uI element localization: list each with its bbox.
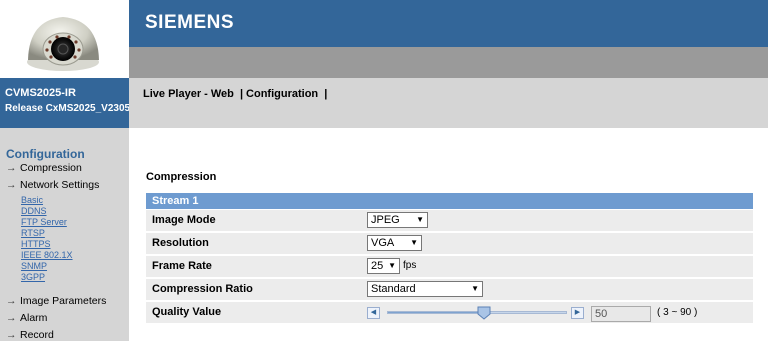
- frame-rate-label: Frame Rate: [152, 260, 212, 272]
- sidebar-item-record[interactable]: → Record: [6, 329, 54, 341]
- sidebar-subitem-ftp-server[interactable]: FTP Server: [21, 217, 67, 227]
- sidebar-item-alarm[interactable]: → Alarm: [6, 312, 47, 324]
- chevron-down-icon: ▼: [471, 284, 479, 293]
- menu-configuration[interactable]: Configuration: [246, 88, 318, 100]
- compression-ratio-select[interactable]: Standard ▼: [367, 281, 483, 297]
- sidebar-subitem-ieee-8021x[interactable]: IEEE 802.1X: [21, 250, 73, 260]
- slider-increase-icon[interactable]: ▶: [571, 307, 584, 319]
- stream-header: Stream 1: [146, 193, 753, 209]
- header-bar: SIEMENS: [129, 0, 768, 47]
- menu-separator: |: [324, 88, 328, 100]
- sidebar-item-label: Record: [20, 329, 54, 341]
- product-info-panel: CVMS2025-IR Release CxMS2025_V2305: [0, 78, 129, 128]
- quality-value-input[interactable]: 50: [591, 306, 651, 322]
- compression-ratio-value: Standard: [371, 283, 416, 295]
- sidebar-item-label: Compression: [20, 162, 82, 174]
- quality-slider-thumb[interactable]: [477, 306, 491, 320]
- sidebar-subitem-3gpp[interactable]: 3GPP: [21, 272, 45, 282]
- frame-rate-unit: fps: [403, 260, 417, 271]
- sidebar-subitem-rtsp[interactable]: RTSP: [21, 228, 45, 238]
- brand-logo: SIEMENS: [145, 12, 235, 33]
- arrow-right-icon: →: [6, 295, 17, 307]
- chevron-down-icon: ▼: [410, 238, 418, 247]
- camera-image: [0, 0, 129, 78]
- frame-rate-value: 25: [371, 260, 384, 272]
- sidebar-item-compression[interactable]: → Compression: [6, 162, 82, 174]
- resolution-select[interactable]: VGA ▼: [367, 235, 422, 251]
- sidebar-subitem-basic[interactable]: Basic: [21, 195, 43, 205]
- sidebar: Configuration → Compression → Network Sett…: [0, 128, 129, 341]
- arrow-right-icon: →: [6, 329, 17, 341]
- sidebar-item-label: Network Settings: [20, 179, 100, 191]
- sidebar-item-label: Alarm: [20, 312, 48, 324]
- sidebar-subitem-snmp[interactable]: SNMP: [21, 261, 47, 271]
- arrow-right-icon: →: [6, 179, 17, 191]
- product-model: CVMS2025-IR: [5, 87, 76, 99]
- quality-value-label: Quality Value: [152, 306, 222, 318]
- quality-value-row: Quality Value ◀ ▶ 50 ( 3 ~ 90 ): [146, 302, 753, 324]
- quality-range-hint: ( 3 ~ 90 ): [657, 307, 698, 318]
- sidebar-item-label: Image Parameters: [20, 295, 107, 307]
- image-mode-label: Image Mode: [152, 214, 216, 226]
- sidebar-title: Configuration: [6, 147, 85, 161]
- menu-live-player[interactable]: Live Player - Web: [143, 88, 234, 100]
- left-column: CVMS2025-IR Release CxMS2025_V2305 Confi…: [0, 0, 129, 341]
- arrow-right-icon: →: [6, 312, 17, 324]
- chevron-down-icon: ▼: [416, 215, 424, 224]
- header-divider-bar: [129, 47, 768, 78]
- sidebar-subitem-ddns[interactable]: DDNS: [21, 206, 47, 216]
- frame-rate-select[interactable]: 25 ▼: [367, 258, 400, 274]
- quality-slider-group: ◀ ▶ 50 ( 3 ~ 90 ): [367, 304, 767, 324]
- compression-ratio-label: Compression Ratio: [152, 283, 253, 295]
- resolution-label: Resolution: [152, 237, 209, 249]
- page-title: Compression: [146, 171, 217, 183]
- sidebar-item-network-settings[interactable]: → Network Settings: [6, 179, 99, 191]
- frame-rate-row: Frame Rate 25 ▼ fps: [146, 256, 753, 278]
- image-mode-select[interactable]: JPEG ▼: [367, 212, 428, 228]
- top-menu: Live Player - Web | Configuration |: [129, 78, 768, 128]
- sidebar-subitem-https[interactable]: HTTPS: [21, 239, 51, 249]
- menu-separator: |: [239, 88, 244, 100]
- image-mode-value: JPEG: [371, 214, 400, 226]
- compression-ratio-row: Compression Ratio Standard ▼: [146, 279, 753, 301]
- arrow-right-icon: →: [6, 162, 17, 174]
- chevron-down-icon: ▼: [388, 261, 396, 270]
- resolution-value: VGA: [371, 237, 395, 249]
- resolution-row: Resolution VGA ▼: [146, 233, 753, 255]
- image-mode-row: Image Mode JPEG ▼: [146, 210, 753, 232]
- slider-decrease-icon[interactable]: ◀: [367, 307, 380, 319]
- product-release: Release CxMS2025_V2305: [5, 103, 129, 114]
- quality-slider-fill: [388, 312, 485, 313]
- main-content: Compression Stream 1 Image Mode JPEG ▼ R…: [129, 128, 768, 341]
- sidebar-item-image-parameters[interactable]: → Image Parameters: [6, 295, 106, 307]
